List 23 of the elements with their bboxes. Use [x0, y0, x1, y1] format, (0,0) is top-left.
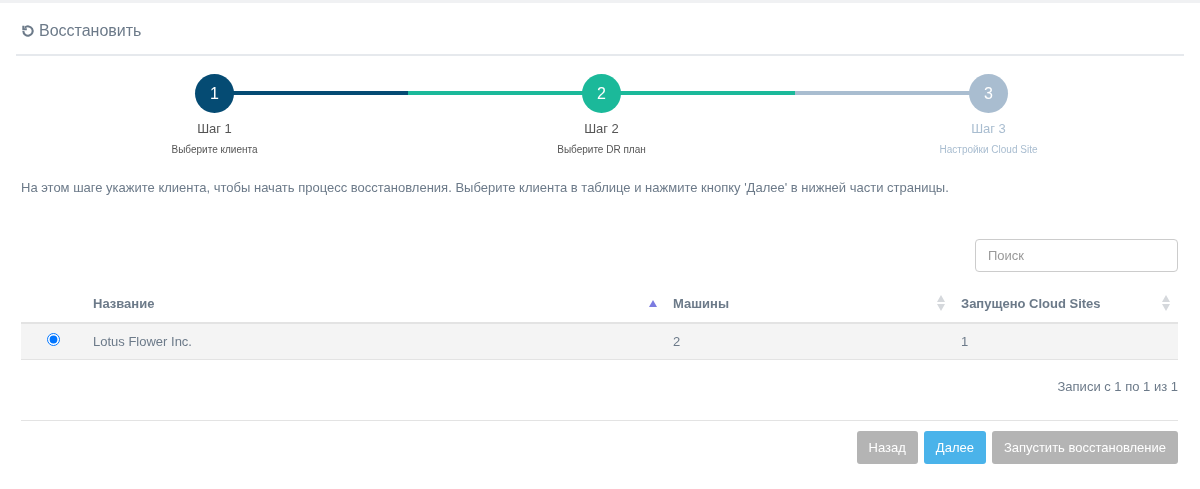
step-circle: 2: [582, 74, 621, 113]
action-button[interactable]: Далее: [923, 430, 986, 464]
step-subtitle: Выберите клиента: [171, 144, 258, 155]
sort-ascending-icon[interactable]: [649, 299, 657, 307]
step-circle: 3: [969, 74, 1008, 113]
step-title: Шаг 2: [584, 121, 619, 136]
row-radio[interactable]: [46, 333, 60, 347]
column-header[interactable]: Машины: [673, 295, 729, 311]
step-circle: 1: [195, 74, 234, 113]
step-title: Шаг 1: [197, 121, 232, 136]
step-subtitle: Выберите DR план: [557, 144, 646, 155]
page-title: Восстановить: [39, 21, 142, 40]
table-cell: 2: [673, 333, 681, 349]
step-subtitle: Настройки Cloud Site: [939, 144, 1038, 155]
search-field[interactable]: Поиск: [975, 239, 1178, 272]
column-header[interactable]: Название: [93, 295, 155, 311]
undo-icon: [21, 23, 35, 38]
table-cell: Lotus Flower Inc.: [93, 333, 192, 349]
table-cell: 1: [961, 333, 969, 349]
records-info: Записи с 1 по 1 из 1: [1056, 378, 1178, 394]
instruction-text: На этом шаге укажите клиента, чтобы начать процесс восстановления. Выберите клиента в таблице и нажмите кнопку 'Далее' в нижней части страницы.: [21, 180, 950, 195]
step-title: Шаг 3: [971, 121, 1006, 136]
column-header[interactable]: Запущено Cloud Sites: [961, 295, 1101, 311]
